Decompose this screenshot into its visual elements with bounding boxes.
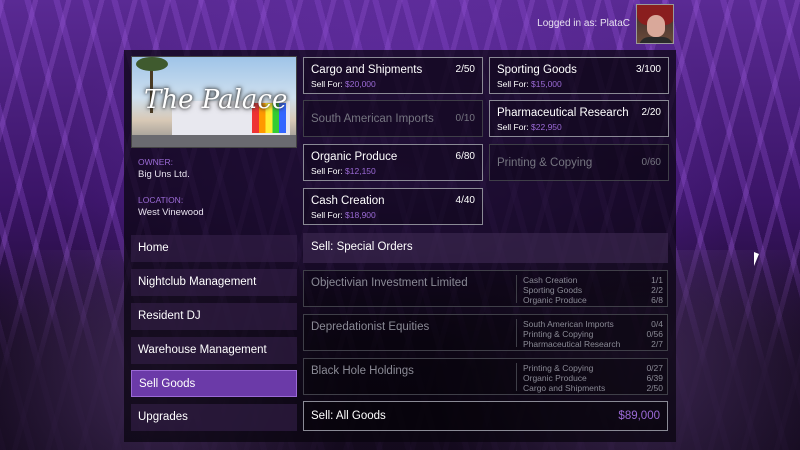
- order-line: Cash Creation 1/1: [523, 275, 663, 285]
- sell-for-label: Sell For:: [497, 79, 529, 89]
- nav-home[interactable]: Home: [131, 235, 297, 262]
- goods-count: 0/60: [641, 157, 661, 168]
- goods-card-south-american: South American Imports 0/10: [303, 100, 483, 137]
- nav-sell-goods[interactable]: Sell Goods: [131, 370, 297, 397]
- business-logo: The Palace: [144, 85, 288, 115]
- goods-card-cargo[interactable]: Cargo and Shipments 2/50 Sell For: $20,0…: [303, 57, 483, 94]
- special-order-depredationist: Depredationist Equities South American I…: [303, 314, 668, 351]
- order-name: Black Hole Holdings: [311, 365, 414, 377]
- sell-amount: $22,950: [531, 122, 562, 132]
- goods-count: 4/40: [455, 195, 475, 206]
- goods-name: Organic Produce: [311, 151, 398, 163]
- sell-for-label: Sell For:: [311, 210, 343, 220]
- nav-upgrades[interactable]: Upgrades: [131, 404, 297, 431]
- location-label: LOCATION:: [138, 195, 184, 205]
- special-orders-header: Sell: Special Orders: [303, 233, 668, 263]
- order-line: Sporting Goods 2/2: [523, 285, 663, 295]
- sell-amount: $15,000: [531, 79, 562, 89]
- goods-card-cash[interactable]: Cash Creation 4/40 Sell For: $18,900: [303, 188, 483, 225]
- goods-name: South American Imports: [311, 113, 434, 125]
- player-avatar: [636, 4, 674, 44]
- goods-name: Cash Creation: [311, 195, 385, 207]
- goods-count: 0/10: [455, 113, 475, 124]
- sell-for-label: Sell For:: [311, 79, 343, 89]
- goods-count: 3/100: [635, 64, 661, 75]
- goods-name: Pharmaceutical Research: [497, 107, 629, 119]
- sell-all-value: $89,000: [618, 410, 660, 422]
- order-line: South American Imports 0/4: [523, 319, 663, 329]
- sell-amount: $20,000: [345, 79, 376, 89]
- special-order-objectivian: Objectivian Investment Limited Cash Crea…: [303, 270, 668, 307]
- sell-all-label: Sell: All Goods: [311, 410, 386, 422]
- goods-card-organic[interactable]: Organic Produce 6/80 Sell For: $12,150: [303, 144, 483, 181]
- goods-name: Cargo and Shipments: [311, 64, 423, 76]
- goods-name: Printing & Copying: [497, 157, 593, 169]
- business-image: The Palace: [131, 56, 297, 148]
- sell-all-goods-button[interactable]: Sell: All Goods $89,000: [303, 401, 668, 431]
- nav-resident-dj[interactable]: Resident DJ: [131, 303, 297, 330]
- order-line: Organic Produce 6/8: [523, 295, 663, 305]
- goods-count: 6/80: [455, 151, 475, 162]
- owner-value: Big Uns Ltd.: [138, 169, 190, 180]
- goods-count: 2/20: [641, 107, 661, 118]
- order-line: Organic Produce 6/39: [523, 373, 663, 383]
- sell-for-label: Sell For:: [311, 166, 343, 176]
- nav-warehouse-management[interactable]: Warehouse Management: [131, 337, 297, 364]
- sell-amount: $18,900: [345, 210, 376, 220]
- nav-nightclub-management[interactable]: Nightclub Management: [131, 269, 297, 296]
- login-status: Logged in as: PlataC: [537, 18, 630, 29]
- order-line: Printing & Copying 0/56: [523, 329, 663, 339]
- owner-label: OWNER:: [138, 157, 173, 167]
- order-name: Objectivian Investment Limited: [311, 277, 468, 289]
- goods-name: Sporting Goods: [497, 64, 577, 76]
- location-value: West Vinewood: [138, 207, 204, 218]
- goods-card-pharmaceutical[interactable]: Pharmaceutical Research 2/20 Sell For: $…: [489, 100, 669, 137]
- order-line: Cargo and Shipments 2/50: [523, 383, 663, 393]
- goods-count: 2/50: [455, 64, 475, 75]
- goods-card-printing: Printing & Copying 0/60: [489, 144, 669, 181]
- order-line: Printing & Copying 0/27: [523, 363, 663, 373]
- special-order-black-hole: Black Hole Holdings Printing & Copying 0/…: [303, 358, 668, 395]
- order-name: Depredationist Equities: [311, 321, 430, 333]
- sell-amount: $12,150: [345, 166, 376, 176]
- order-line: Pharmaceutical Research 2/7: [523, 339, 663, 349]
- sell-for-label: Sell For:: [497, 122, 529, 132]
- mouse-cursor-icon: [754, 252, 759, 266]
- goods-card-sporting[interactable]: Sporting Goods 3/100 Sell For: $15,000: [489, 57, 669, 94]
